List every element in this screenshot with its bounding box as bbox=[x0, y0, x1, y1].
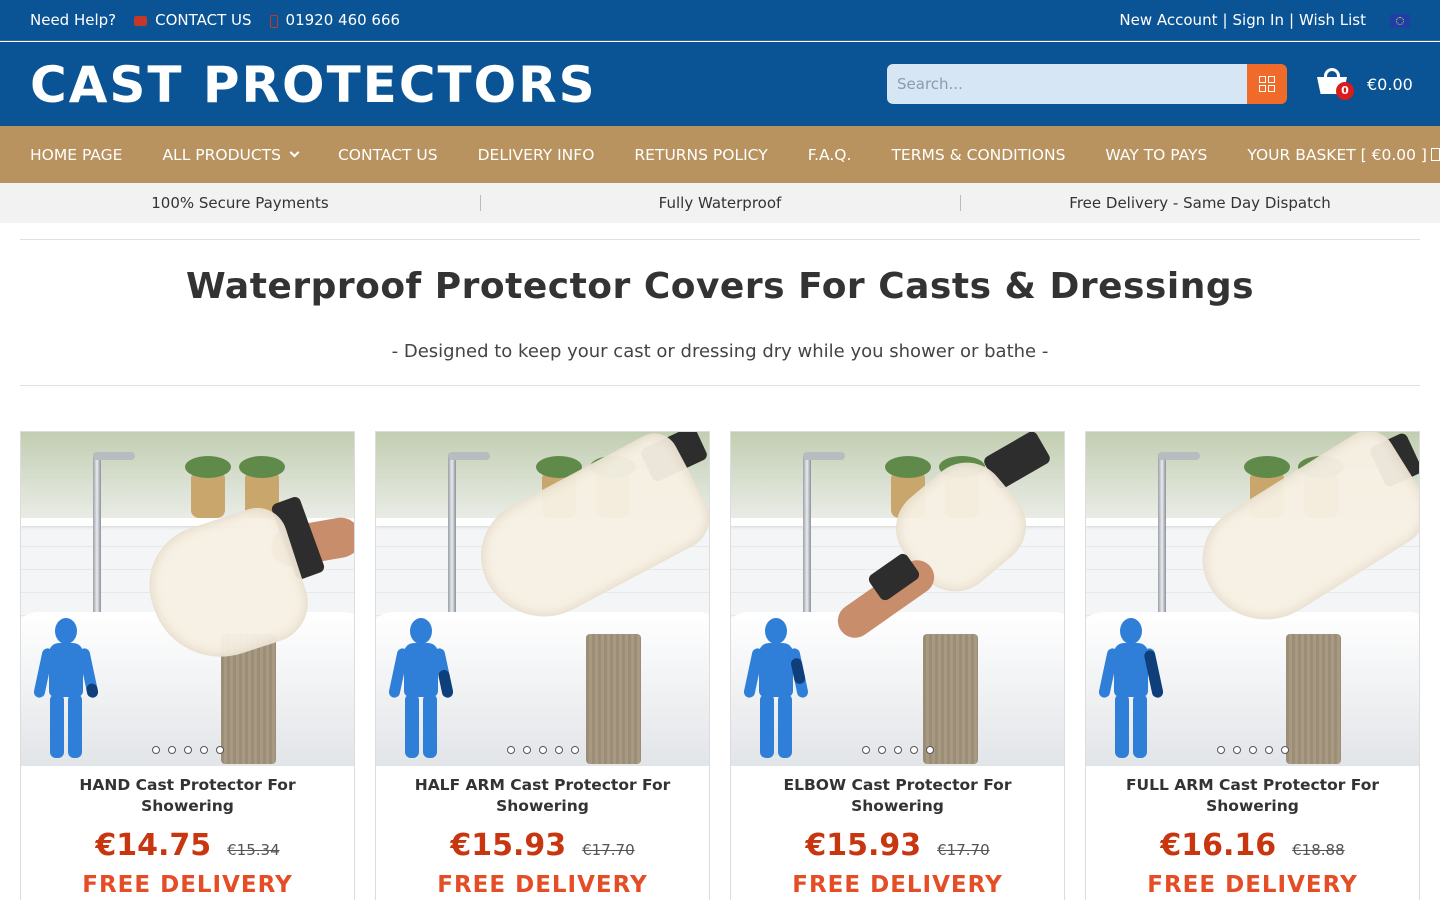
product-name[interactable]: HALF ARM Cast Protector For Showering bbox=[386, 775, 699, 817]
nav-terms[interactable]: TERMS & CONDITIONS bbox=[891, 146, 1065, 164]
product-price: €15.93 bbox=[805, 828, 922, 863]
body-diagram bbox=[1096, 618, 1166, 760]
product-price: €14.75 bbox=[95, 828, 212, 863]
top-bar: Need Help? CONTACT US 01920 460 666 New … bbox=[0, 0, 1440, 41]
nav-faq[interactable]: F.A.Q. bbox=[808, 146, 852, 164]
usp-secure-payments: 100% Secure Payments bbox=[151, 194, 329, 212]
phone-link[interactable]: 01920 460 666 bbox=[286, 11, 401, 29]
contact-us-link[interactable]: CONTACT US bbox=[155, 11, 251, 29]
free-delivery-label: FREE DELIVERY bbox=[82, 872, 293, 898]
product-old-price: €17.70 bbox=[582, 841, 635, 859]
sign-in-link[interactable]: Sign In bbox=[1233, 11, 1284, 29]
product-prices: €16.16 €18.88 bbox=[1086, 828, 1419, 863]
nav-contact-us[interactable]: CONTACT US bbox=[338, 146, 438, 164]
product-card[interactable]: HAND Cast Protector For Showering €14.75… bbox=[20, 431, 355, 900]
product-image[interactable] bbox=[21, 432, 354, 766]
carousel-dots[interactable] bbox=[1086, 746, 1419, 754]
nav-delivery-info[interactable]: DELIVERY INFO bbox=[478, 146, 595, 164]
site-header: CAST PROTECTORS 0 €0.00 bbox=[0, 42, 1440, 126]
body-diagram bbox=[741, 618, 811, 760]
need-help-text: Need Help? bbox=[30, 11, 117, 29]
search-bar bbox=[887, 64, 1287, 104]
carousel-dots[interactable] bbox=[731, 746, 1064, 754]
search-button[interactable] bbox=[1247, 64, 1287, 104]
grid-search-icon bbox=[1259, 76, 1275, 92]
product-old-price: €15.34 bbox=[227, 841, 280, 859]
free-delivery-label: FREE DELIVERY bbox=[792, 872, 1003, 898]
new-account-link[interactable]: New Account bbox=[1119, 11, 1217, 29]
product-price: €15.93 bbox=[450, 828, 567, 863]
nav-way-to-pay[interactable]: WAY TO PAYS bbox=[1105, 146, 1207, 164]
product-price: €16.16 bbox=[1160, 828, 1277, 863]
product-image[interactable] bbox=[731, 432, 1064, 766]
product-card[interactable]: HALF ARM Cast Protector For Showering €1… bbox=[375, 431, 710, 900]
wish-list-link[interactable]: Wish List bbox=[1299, 11, 1366, 29]
product-name[interactable]: HAND Cast Protector For Showering bbox=[31, 775, 344, 817]
cart-total[interactable]: €0.00 bbox=[1367, 75, 1413, 94]
account-links: New Account | Sign In | Wish List bbox=[1119, 11, 1410, 29]
product-prices: €15.93 €17.70 bbox=[376, 828, 709, 863]
eu-flag-icon[interactable] bbox=[1390, 14, 1410, 28]
nav-your-basket[interactable]: YOUR BASKET [ €0.00 ] bbox=[1247, 146, 1440, 164]
body-diagram bbox=[31, 618, 101, 760]
link-separator: | bbox=[1288, 11, 1295, 29]
chevron-down-icon bbox=[289, 147, 300, 158]
page-title: Waterproof Protector Covers For Casts & … bbox=[185, 266, 1255, 307]
product-prices: €15.93 €17.70 bbox=[731, 828, 1064, 863]
product-name[interactable]: ELBOW Cast Protector For Showering bbox=[741, 775, 1054, 817]
link-separator: | bbox=[1222, 11, 1228, 29]
product-card[interactable]: FULL ARM Cast Protector For Showering €1… bbox=[1085, 431, 1420, 900]
product-prices: €14.75 €15.34 bbox=[21, 828, 354, 863]
page-subtitle: - Designed to keep your cast or dressing… bbox=[391, 341, 1049, 362]
phone-icon bbox=[269, 14, 278, 28]
free-delivery-label: FREE DELIVERY bbox=[437, 872, 648, 898]
product-name[interactable]: FULL ARM Cast Protector For Showering bbox=[1096, 775, 1409, 817]
usp-waterproof: Fully Waterproof bbox=[480, 183, 960, 223]
main-nav: HOME PAGE ALL PRODUCTS CONTACT US DELIVE… bbox=[0, 126, 1440, 183]
body-diagram bbox=[386, 618, 456, 760]
search-input[interactable] bbox=[887, 64, 1247, 104]
nav-returns-policy[interactable]: RETURNS POLICY bbox=[634, 146, 767, 164]
carousel-dots[interactable] bbox=[376, 746, 709, 754]
product-card[interactable]: ELBOW Cast Protector For Showering €15.9… bbox=[730, 431, 1065, 900]
usp-free-delivery: Free Delivery - Same Day Dispatch bbox=[960, 183, 1440, 223]
mini-cart[interactable]: 0 €0.00 bbox=[1316, 64, 1416, 104]
product-image[interactable] bbox=[376, 432, 709, 766]
product-image[interactable] bbox=[1086, 432, 1419, 766]
bag-icon bbox=[1430, 148, 1440, 161]
free-delivery-label: FREE DELIVERY bbox=[1147, 872, 1358, 898]
product-old-price: €18.88 bbox=[1292, 841, 1345, 859]
carousel-dots[interactable] bbox=[21, 746, 354, 754]
usp-bar: 100% Secure Payments Fully Waterproof Fr… bbox=[0, 183, 1440, 223]
divider bbox=[20, 385, 1420, 386]
nav-all-products[interactable]: ALL PRODUCTS bbox=[162, 146, 300, 164]
product-old-price: €17.70 bbox=[937, 841, 990, 859]
divider bbox=[20, 239, 1420, 240]
cart-count-badge: 0 bbox=[1336, 82, 1354, 100]
site-logo[interactable]: CAST PROTECTORS bbox=[30, 56, 597, 114]
envelope-icon bbox=[134, 16, 148, 26]
nav-home[interactable]: HOME PAGE bbox=[30, 146, 122, 164]
help-links: Need Help? CONTACT US 01920 460 666 bbox=[30, 11, 400, 29]
